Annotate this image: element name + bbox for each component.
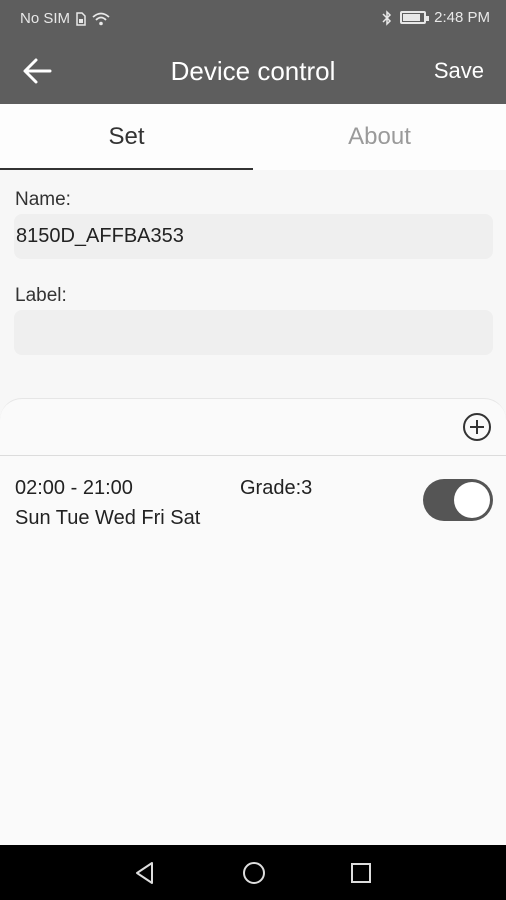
app-bar: Device control Save [0, 36, 506, 104]
name-label: Name: [15, 189, 71, 210]
toggle-knob [454, 482, 490, 518]
tab-bar: Set About [0, 104, 506, 170]
label-label: Label: [15, 285, 67, 306]
back-triangle-icon[interactable] [131, 859, 159, 887]
schedule-toggle[interactable] [423, 479, 493, 521]
plus-circle-icon[interactable] [462, 412, 492, 442]
tab-indicator [0, 168, 253, 170]
carrier-text: No SIM [20, 10, 71, 27]
name-field[interactable]: 8150D_AFFBA353 [14, 214, 493, 259]
tab-set[interactable]: Set [0, 104, 253, 170]
status-left: No SIM [20, 10, 110, 27]
battery-fill [403, 14, 421, 21]
page-title: Device control [170, 56, 336, 86]
schedule-time: 02:00 - 21:00 [15, 477, 133, 499]
battery-icon [400, 11, 430, 24]
recents-square-icon[interactable] [347, 859, 375, 887]
status-bar: No SIM 2:48 PM [0, 0, 506, 36]
save-button[interactable]: Save [434, 58, 484, 84]
wifi-icon [92, 12, 110, 25]
schedule-grade: Grade:3 [240, 477, 313, 499]
label-field[interactable] [14, 310, 493, 355]
bluetooth-icon [382, 9, 392, 26]
status-time: 2:48 PM [434, 9, 490, 26]
schedule-days: Sun Tue Wed Fri Sat [15, 507, 201, 529]
status-right: 2:48 PM [382, 9, 490, 26]
schedule-panel: 02:00 - 21:00 Grade:3 Sun Tue Wed Fri Sa… [0, 398, 506, 848]
tab-about[interactable]: About [253, 104, 506, 170]
home-circle-icon[interactable] [240, 859, 268, 887]
sim-icon [76, 11, 86, 26]
system-nav-bar [0, 845, 506, 900]
divider [0, 455, 506, 456]
